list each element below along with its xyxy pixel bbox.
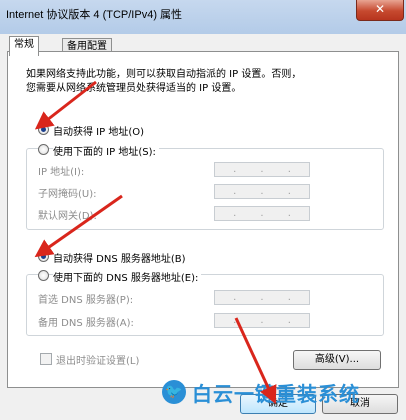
alternate-dns-label: 备用 DNS 服务器(A): <box>38 318 134 329</box>
watermark-text: 白云一键重装系统 <box>192 381 360 406</box>
auto-ip-label[interactable]: 自动获得 IP 地址(O) <box>53 123 144 138</box>
watermark: 🐦 白云一键重装系统 <box>162 378 372 406</box>
description-line-1: 如果网络支持此功能，则可以获取自动指派的 IP 设置。否则， <box>26 69 302 80</box>
auto-ip-radio[interactable] <box>38 124 49 135</box>
title-bar: Internet 协议版本 4 (TCP/IPv4) 属性 ✕ <box>0 0 406 35</box>
default-gateway-label: 默认网关(D): <box>38 211 97 222</box>
manual-dns-label[interactable]: 使用下面的 DNS 服务器地址(E): <box>53 269 202 284</box>
preferred-dns-input[interactable]: ... <box>214 290 310 305</box>
manual-ip-radio[interactable] <box>38 144 49 155</box>
manual-dns-radio[interactable] <box>38 270 49 281</box>
window-title: Internet 协议版本 4 (TCP/IPv4) 属性 <box>6 9 183 21</box>
alternate-dns-input[interactable]: ... <box>214 313 310 328</box>
auto-dns-radio[interactable] <box>38 251 49 262</box>
validate-on-exit-label: 退出时验证设置(L) <box>56 356 140 367</box>
ip-address-label: IP 地址(I): <box>38 167 85 178</box>
advanced-button[interactable]: 高级(V)... <box>293 350 381 370</box>
bird-logo-icon: 🐦 <box>162 380 186 404</box>
advanced-button-label: 高级(V)... <box>314 354 360 365</box>
manual-ip-label[interactable]: 使用下面的 IP 地址(S): <box>53 143 159 158</box>
auto-dns-label[interactable]: 自动获得 DNS 服务器地址(B) <box>53 250 186 265</box>
tab-general-label: 常规 <box>14 39 34 50</box>
subnet-mask-input[interactable]: ... <box>214 184 310 199</box>
preferred-dns-label: 首选 DNS 服务器(P): <box>38 295 134 306</box>
close-button[interactable]: ✕ <box>356 0 404 21</box>
validate-on-exit-checkbox[interactable] <box>40 353 52 365</box>
subnet-mask-label: 子网掩码(U): <box>38 189 97 200</box>
default-gateway-input[interactable]: ... <box>214 206 310 221</box>
description-line-2: 您需要从网络系统管理员处获得适当的 IP 设置。 <box>26 83 242 94</box>
close-icon: ✕ <box>374 2 386 16</box>
ip-address-input[interactable]: ... <box>214 162 310 177</box>
general-panel: 如果网络支持此功能，则可以获取自动指派的 IP 设置。否则， 您需要从网络系统管… <box>7 51 399 388</box>
tab-general[interactable]: 常规 <box>9 36 39 56</box>
